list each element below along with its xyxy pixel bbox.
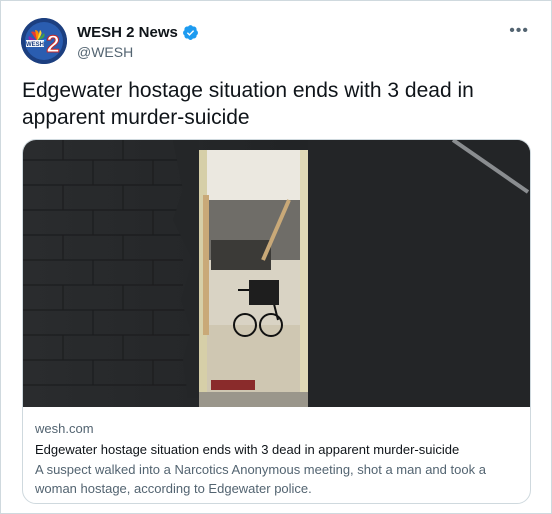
tweet-container: WESH 2 WESH 2 News @WESH ••• Edgewater h… (0, 0, 552, 514)
tweet-text: Edgewater hostage situation ends with 3 … (22, 79, 474, 129)
account-names: WESH 2 News @WESH (77, 24, 199, 60)
svg-text:WESH: WESH (26, 42, 44, 48)
tweet-header: WESH 2 WESH 2 News @WESH ••• (21, 18, 531, 68)
account-handle[interactable]: @WESH (77, 44, 199, 60)
card-description: A suspect walked into a Narcotics Anonym… (35, 462, 486, 496)
more-options-icon[interactable]: ••• (509, 22, 529, 40)
card-meta: wesh.com Edgewater hostage situation end… (35, 420, 520, 498)
display-name[interactable]: WESH 2 News (77, 24, 178, 41)
card-domain: wesh.com (35, 421, 94, 436)
avatar[interactable]: WESH 2 (21, 18, 67, 64)
wesh-logo-icon: WESH 2 (21, 18, 67, 64)
verified-badge-icon (182, 25, 198, 40)
card-title: Edgewater hostage situation ends with 3 … (35, 442, 460, 457)
link-card[interactable]: wesh.com Edgewater hostage situation end… (22, 139, 531, 504)
card-image (23, 140, 530, 407)
avatar-digit: 2 (46, 31, 59, 58)
